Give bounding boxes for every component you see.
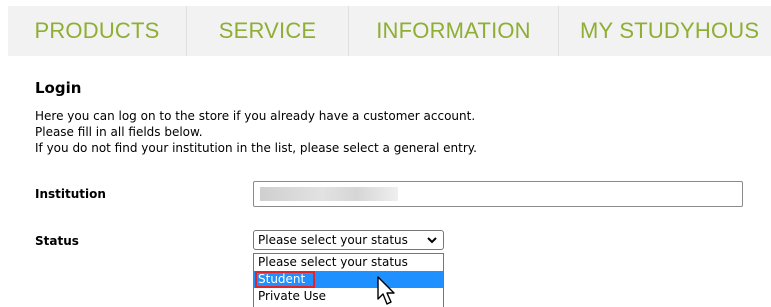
nav-products[interactable]: PRODUCTS bbox=[8, 6, 187, 56]
nav-service[interactable]: SERVICE bbox=[187, 6, 349, 56]
redacted-value bbox=[260, 187, 398, 201]
instruction-line: Here you can log on to the store if you … bbox=[35, 109, 476, 123]
status-label: Status bbox=[35, 234, 79, 248]
highlight-box bbox=[255, 271, 315, 288]
instruction-line: Please fill in all fields below. bbox=[35, 125, 203, 139]
nav-information[interactable]: INFORMATION bbox=[349, 6, 559, 56]
main-navigation: PRODUCTS SERVICE INFORMATION MY STUDYHOU… bbox=[8, 6, 771, 56]
status-dropdown-list: Please select your status Student Privat… bbox=[253, 253, 444, 307]
status-select[interactable]: Please select your status bbox=[253, 230, 444, 250]
institution-field[interactable] bbox=[253, 181, 743, 207]
page-title: Login bbox=[35, 79, 82, 97]
login-instructions: Here you can log on to the store if you … bbox=[35, 108, 477, 156]
chevron-down-icon bbox=[427, 237, 437, 244]
status-option-student[interactable]: Student bbox=[254, 271, 443, 288]
status-select-value: Please select your status bbox=[258, 233, 408, 247]
instruction-line: If you do not find your institution in t… bbox=[35, 141, 477, 155]
mouse-pointer-icon bbox=[377, 276, 395, 305]
status-option[interactable]: Please select your status bbox=[254, 254, 443, 271]
institution-label: Institution bbox=[35, 187, 106, 201]
nav-my-studyhouse[interactable]: MY STUDYHOUS bbox=[559, 6, 771, 56]
status-option-private-use[interactable]: Private Use bbox=[254, 288, 443, 305]
